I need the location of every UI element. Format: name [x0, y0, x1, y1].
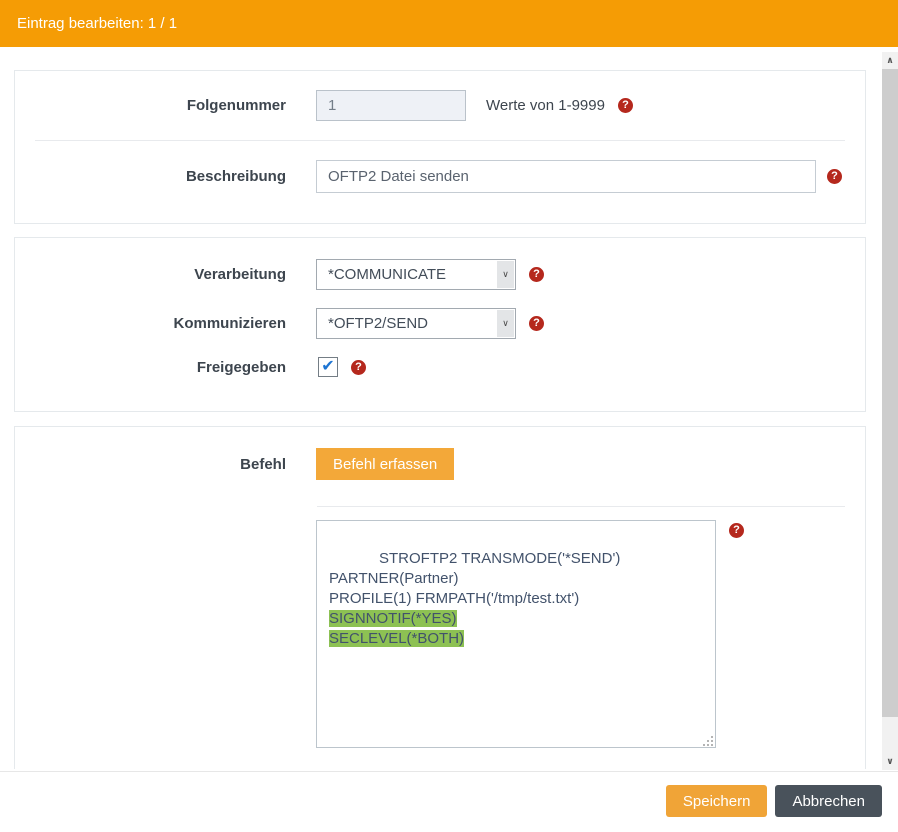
resize-handle-icon[interactable]: [704, 736, 713, 745]
dialog-title: Eintrag bearbeiten: 1 / 1: [17, 15, 177, 32]
panel-processing: Verarbeitung *COMMUNICATE ∨ ? Kommunizie…: [14, 237, 866, 412]
folgenummer-input: [316, 90, 466, 121]
kommunizieren-select[interactable]: *OFTP2/SEND ∨: [316, 308, 516, 339]
command-text-highlighted: SIGNNOTIF(*YES) SECLEVEL(*BOTH): [329, 610, 464, 647]
kommunizieren-label: Kommunizieren: [35, 315, 286, 332]
beschreibung-input[interactable]: [316, 160, 816, 193]
question-circle-icon[interactable]: ?: [529, 316, 544, 331]
verarbeitung-selected-value: *COMMUNICATE: [328, 266, 446, 283]
scroll-up-button[interactable]: ∧: [882, 52, 898, 69]
chevron-down-icon: ∨: [497, 310, 514, 337]
befehl-label: Befehl: [35, 456, 286, 473]
freigegeben-checkbox[interactable]: ✔: [318, 357, 338, 377]
divider: [35, 140, 845, 141]
question-circle-icon[interactable]: ?: [618, 98, 633, 113]
befehl-erfassen-button[interactable]: Befehl erfassen: [316, 448, 454, 480]
kommunizieren-selected-value: *OFTP2/SEND: [328, 315, 428, 332]
dialog-footer: Speichern Abbrechen: [0, 771, 898, 832]
scroll-down-button[interactable]: ∨: [882, 753, 898, 770]
verarbeitung-label: Verarbeitung: [35, 266, 286, 283]
question-circle-icon[interactable]: ?: [351, 360, 366, 375]
save-button[interactable]: Speichern: [666, 785, 768, 817]
scrollbar-thumb[interactable]: [882, 69, 898, 717]
cancel-button[interactable]: Abbrechen: [775, 785, 882, 817]
befehl-command-textarea[interactable]: STROFTP2 TRANSMODE('*SEND') PARTNER(Part…: [316, 520, 716, 748]
folgenummer-label: Folgenummer: [35, 97, 286, 114]
panel-general: Folgenummer Werte von 1-9999 ? Beschreib…: [14, 70, 866, 224]
chevron-down-icon: ∨: [886, 756, 893, 767]
beschreibung-label: Beschreibung: [35, 168, 286, 185]
chevron-down-icon: ∨: [497, 261, 514, 288]
divider: [317, 506, 845, 507]
question-circle-icon[interactable]: ?: [729, 523, 744, 538]
question-circle-icon[interactable]: ?: [827, 169, 842, 184]
dialog-body: Folgenummer Werte von 1-9999 ? Beschreib…: [0, 47, 882, 769]
freigegeben-label: Freigegeben: [35, 359, 286, 376]
chevron-up-icon: ∧: [886, 55, 893, 66]
verarbeitung-select[interactable]: *COMMUNICATE ∨: [316, 259, 516, 290]
question-circle-icon[interactable]: ?: [529, 267, 544, 282]
command-text: STROFTP2 TRANSMODE('*SEND') PARTNER(Part…: [329, 550, 625, 607]
checkmark-icon: ✔: [321, 359, 334, 375]
dialog-header: Eintrag bearbeiten: 1 / 1: [0, 0, 898, 47]
panel-command: Befehl Befehl erfassen STROFTP2 TRANSMOD…: [14, 426, 866, 769]
scrollbar[interactable]: ∧ ∨: [882, 52, 898, 770]
folgenummer-hint: Werte von 1-9999: [486, 97, 605, 114]
